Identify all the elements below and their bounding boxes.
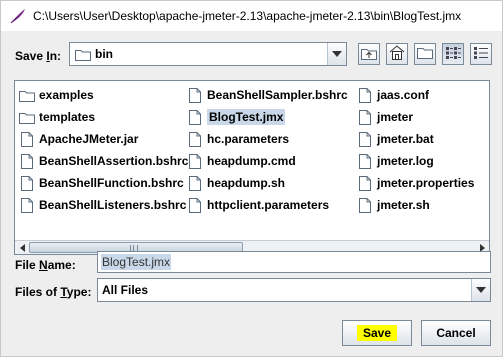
file-list[interactable]: examples templates ApacheJMeter.jar Bean… bbox=[14, 80, 490, 255]
home-icon bbox=[389, 45, 405, 63]
home-button[interactable] bbox=[386, 43, 408, 65]
file-icon bbox=[19, 153, 35, 169]
list-item[interactable]: jaas.conf bbox=[357, 85, 429, 105]
list-item[interactable]: BeanShellSampler.bshrc bbox=[187, 85, 348, 105]
file-name-value: BlogTest.jmx bbox=[101, 254, 172, 270]
file-icon bbox=[187, 197, 203, 213]
new-folder-icon bbox=[417, 46, 433, 62]
up-one-level-button[interactable] bbox=[358, 43, 380, 65]
save-button-label: Save bbox=[356, 325, 398, 341]
list-view-icon bbox=[445, 46, 461, 63]
window-title: C:\Users\User\Desktop\apache-jmeter-2.13… bbox=[33, 9, 462, 23]
save-in-label: Save In: bbox=[15, 49, 62, 63]
folder-icon bbox=[19, 109, 35, 125]
list-item[interactable]: examples bbox=[19, 85, 94, 105]
file-icon bbox=[19, 197, 35, 213]
title-bar: C:\Users\User\Desktop\apache-jmeter-2.13… bbox=[1, 1, 502, 31]
file-icon bbox=[187, 153, 203, 169]
dialog-body: Save In: bin examples templates ApacheJM… bbox=[1, 31, 502, 356]
file-icon bbox=[187, 109, 203, 125]
list-item[interactable]: BeanShellAssertion.bshrc bbox=[19, 151, 188, 171]
file-name-label: File Name: bbox=[15, 258, 76, 272]
file-icon bbox=[187, 87, 203, 103]
list-view-button[interactable] bbox=[442, 43, 464, 65]
save-in-combo[interactable]: bin bbox=[69, 42, 347, 66]
files-of-type-label: Files of Type: bbox=[15, 285, 92, 299]
scroll-left-icon[interactable] bbox=[15, 241, 29, 254]
chevron-down-icon[interactable] bbox=[471, 279, 490, 301]
details-view-icon bbox=[473, 46, 489, 63]
save-dialog: C:\Users\User\Desktop\apache-jmeter-2.13… bbox=[0, 0, 503, 357]
list-item[interactable]: ApacheJMeter.jar bbox=[19, 129, 138, 149]
file-icon bbox=[19, 131, 35, 147]
file-icon bbox=[357, 131, 373, 147]
file-icon bbox=[357, 197, 373, 213]
list-item[interactable]: jmeter.properties bbox=[357, 173, 474, 193]
folder-up-icon bbox=[361, 46, 377, 63]
list-item[interactable]: BeanShellFunction.bshrc bbox=[19, 173, 184, 193]
list-item[interactable]: templates bbox=[19, 107, 95, 127]
file-icon bbox=[187, 131, 203, 147]
list-item[interactable]: jmeter.log bbox=[357, 151, 434, 171]
files-of-type-combo[interactable]: All Files bbox=[97, 278, 491, 302]
list-item[interactable]: jmeter bbox=[357, 107, 413, 127]
list-item[interactable]: jmeter.bat bbox=[357, 129, 434, 149]
file-icon bbox=[357, 87, 373, 103]
cancel-button[interactable]: Cancel bbox=[421, 320, 491, 346]
file-icon bbox=[357, 109, 373, 125]
file-icon bbox=[187, 175, 203, 191]
list-item[interactable]: httpclient.parameters bbox=[187, 195, 329, 215]
folder-icon bbox=[19, 87, 35, 103]
folder-icon bbox=[75, 48, 91, 61]
chevron-down-icon[interactable] bbox=[327, 43, 346, 65]
list-item[interactable]: hc.parameters bbox=[187, 129, 289, 149]
details-view-button[interactable] bbox=[470, 43, 492, 65]
list-item[interactable]: heapdump.sh bbox=[187, 173, 285, 193]
file-icon bbox=[357, 153, 373, 169]
list-item-selected[interactable]: BlogTest.jmx bbox=[187, 107, 286, 127]
feather-icon bbox=[9, 7, 27, 25]
new-folder-button[interactable] bbox=[414, 43, 436, 65]
list-item[interactable]: jmeter.sh bbox=[357, 195, 430, 215]
files-of-type-value: All Files bbox=[102, 283, 149, 297]
file-icon bbox=[19, 175, 35, 191]
cancel-button-label: Cancel bbox=[436, 326, 476, 340]
file-name-field[interactable]: BlogTest.jmx bbox=[97, 251, 491, 273]
list-item[interactable]: heapdump.cmd bbox=[187, 151, 296, 171]
file-icon bbox=[357, 175, 373, 191]
list-item[interactable]: BeanShellListeners.bshrc bbox=[19, 195, 186, 215]
save-button[interactable]: Save bbox=[342, 320, 412, 346]
save-in-value: bin bbox=[95, 47, 113, 61]
